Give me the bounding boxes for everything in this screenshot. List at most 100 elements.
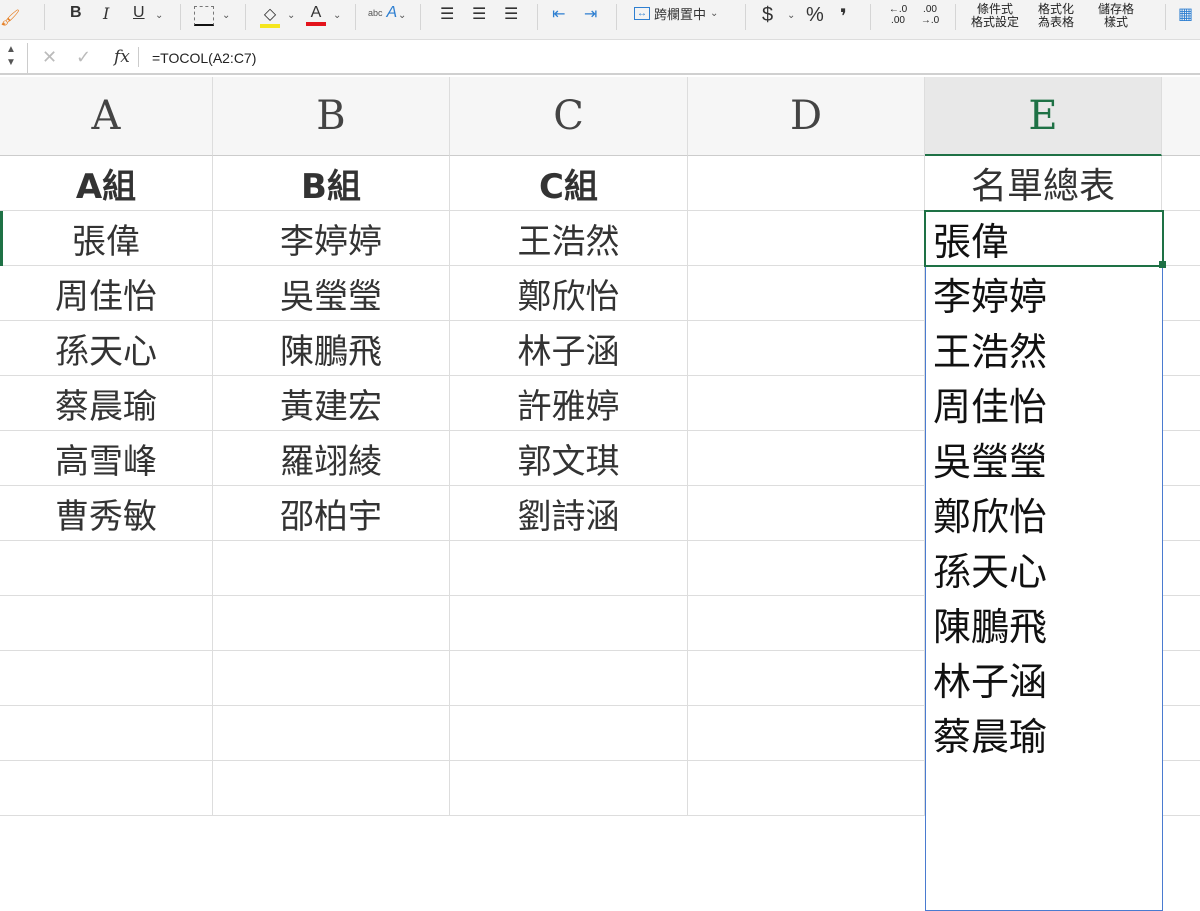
cell-F4[interactable] <box>1162 321 1200 376</box>
chevron-down-icon[interactable]: ⌄ <box>398 10 406 21</box>
conditional-format-button[interactable]: 條件式 格式設定 <box>971 3 1019 29</box>
cell-D1[interactable] <box>688 156 925 211</box>
cell-A7[interactable]: 曹秀敏 <box>0 486 213 541</box>
formula-input[interactable]: =TOCOL(A2:C7) <box>152 50 256 66</box>
cell-C10[interactable] <box>450 651 688 706</box>
text-orientation-icon[interactable]: abc A <box>368 4 397 22</box>
cell-D10[interactable] <box>688 651 925 706</box>
column-header-a[interactable]: A <box>0 77 213 156</box>
cell-A12[interactable] <box>0 761 213 816</box>
cell-C3[interactable]: 鄭欣怡 <box>450 266 688 321</box>
name-box-stepper[interactable]: ▲ ▼ <box>6 43 28 73</box>
cell-C12[interactable] <box>450 761 688 816</box>
underline-button[interactable]: U <box>133 4 145 22</box>
confirm-icon[interactable]: ✓ <box>76 47 91 68</box>
chevron-down-icon[interactable]: ⌄ <box>333 10 341 21</box>
format-painter-icon[interactable]: 🖌 <box>0 8 20 28</box>
spill-cell-E7[interactable]: 鄭欣怡 <box>925 486 1162 541</box>
cell-F9[interactable] <box>1162 596 1200 651</box>
column-header-d[interactable]: D <box>688 77 925 156</box>
spill-cell-E11[interactable]: 蔡晨瑜 <box>925 706 1162 761</box>
cell-B3[interactable]: 吳瑩瑩 <box>213 266 450 321</box>
cell-F12[interactable] <box>1162 761 1200 816</box>
cell-B4[interactable]: 陳鵬飛 <box>213 321 450 376</box>
cell-C4[interactable]: 林子涵 <box>450 321 688 376</box>
merge-center-button[interactable]: ↔ 跨欄置中 ⌄ <box>634 4 718 23</box>
decrease-decimal-button[interactable]: .00 →.0 <box>918 4 942 26</box>
spill-cell-E3[interactable]: 李婷婷 <box>925 266 1162 321</box>
italic-button[interactable]: I <box>103 4 109 23</box>
increase-decimal-button[interactable]: ←.0 .00 <box>886 4 910 26</box>
cell-F10[interactable] <box>1162 651 1200 706</box>
cell-C5[interactable]: 許雅婷 <box>450 376 688 431</box>
cell-D9[interactable] <box>688 596 925 651</box>
cell-A11[interactable] <box>0 706 213 761</box>
cell-E1[interactable]: 名單總表 <box>925 156 1162 211</box>
cell-C7[interactable]: 劉詩涵 <box>450 486 688 541</box>
spill-cell-E2[interactable]: 張偉 <box>925 211 1162 266</box>
cell-B12[interactable] <box>213 761 450 816</box>
cell-B11[interactable] <box>213 706 450 761</box>
column-header-c[interactable]: C <box>450 77 688 156</box>
comma-button[interactable]: ❜ <box>840 4 847 29</box>
spill-cell-E10[interactable]: 林子涵 <box>925 651 1162 706</box>
cell-B8[interactable] <box>213 541 450 596</box>
chevron-down-icon[interactable]: ⌄ <box>222 10 230 21</box>
cell-A9[interactable] <box>0 596 213 651</box>
percent-button[interactable]: % <box>806 4 824 27</box>
cell-F5[interactable] <box>1162 376 1200 431</box>
cell-C9[interactable] <box>450 596 688 651</box>
cell-C8[interactable] <box>450 541 688 596</box>
cell-B10[interactable] <box>213 651 450 706</box>
chevron-down-icon[interactable]: ⌄ <box>287 10 295 21</box>
cell-D4[interactable] <box>688 321 925 376</box>
insert-cells-icon[interactable]: ▦ <box>1178 4 1193 24</box>
cell-F2[interactable] <box>1162 211 1200 266</box>
cell-B1[interactable]: B組 <box>213 156 450 211</box>
align-right-icon[interactable]: ☰ <box>504 4 518 24</box>
cell-D6[interactable] <box>688 431 925 486</box>
cell-D3[interactable] <box>688 266 925 321</box>
column-header-e[interactable]: E <box>925 77 1162 156</box>
cell-B9[interactable] <box>213 596 450 651</box>
cell-F7[interactable] <box>1162 486 1200 541</box>
chevron-down-icon[interactable]: ⌄ <box>155 10 163 21</box>
cell-A3[interactable]: 周佳怡 <box>0 266 213 321</box>
fill-handle[interactable] <box>1159 261 1166 268</box>
cell-B6[interactable]: 羅翊綾 <box>213 431 450 486</box>
font-color-button[interactable]: A <box>306 4 326 26</box>
cell-F8[interactable] <box>1162 541 1200 596</box>
fill-color-button[interactable]: ◇ <box>260 4 280 28</box>
cell-F6[interactable] <box>1162 431 1200 486</box>
cell-styles-button[interactable]: 儲存格 樣式 <box>1098 3 1134 29</box>
cell-D7[interactable] <box>688 486 925 541</box>
cell-B2[interactable]: 李婷婷 <box>213 211 450 266</box>
fx-icon[interactable]: fx <box>114 47 139 67</box>
align-center-icon[interactable]: ☰ <box>472 4 486 24</box>
cell-D5[interactable] <box>688 376 925 431</box>
cell-F1[interactable] <box>1162 156 1200 211</box>
cell-A6[interactable]: 高雪峰 <box>0 431 213 486</box>
cancel-icon[interactable]: ✕ <box>42 47 57 68</box>
column-header-b[interactable]: B <box>213 77 450 156</box>
bold-button[interactable]: B <box>70 4 82 22</box>
borders-icon[interactable] <box>194 6 214 26</box>
spill-cell-E8[interactable]: 孫天心 <box>925 541 1162 596</box>
cell-C2[interactable]: 王浩然 <box>450 211 688 266</box>
cell-A8[interactable] <box>0 541 213 596</box>
cell-C6[interactable]: 郭文琪 <box>450 431 688 486</box>
cell-A10[interactable] <box>0 651 213 706</box>
cell-C11[interactable] <box>450 706 688 761</box>
increase-indent-icon[interactable]: ⇥ <box>584 4 597 24</box>
cell-C1[interactable]: C組 <box>450 156 688 211</box>
cell-D12[interactable] <box>688 761 925 816</box>
cell-F11[interactable] <box>1162 706 1200 761</box>
cell-D11[interactable] <box>688 706 925 761</box>
format-as-table-button[interactable]: 格式化 為表格 <box>1038 3 1074 29</box>
decrease-indent-icon[interactable]: ⇤ <box>552 4 565 24</box>
cell-A5[interactable]: 蔡晨瑜 <box>0 376 213 431</box>
cell-A2[interactable]: 張偉 <box>0 211 213 266</box>
cell-D8[interactable] <box>688 541 925 596</box>
cell-D2[interactable] <box>688 211 925 266</box>
chevron-down-icon[interactable]: ⌄ <box>787 10 795 21</box>
